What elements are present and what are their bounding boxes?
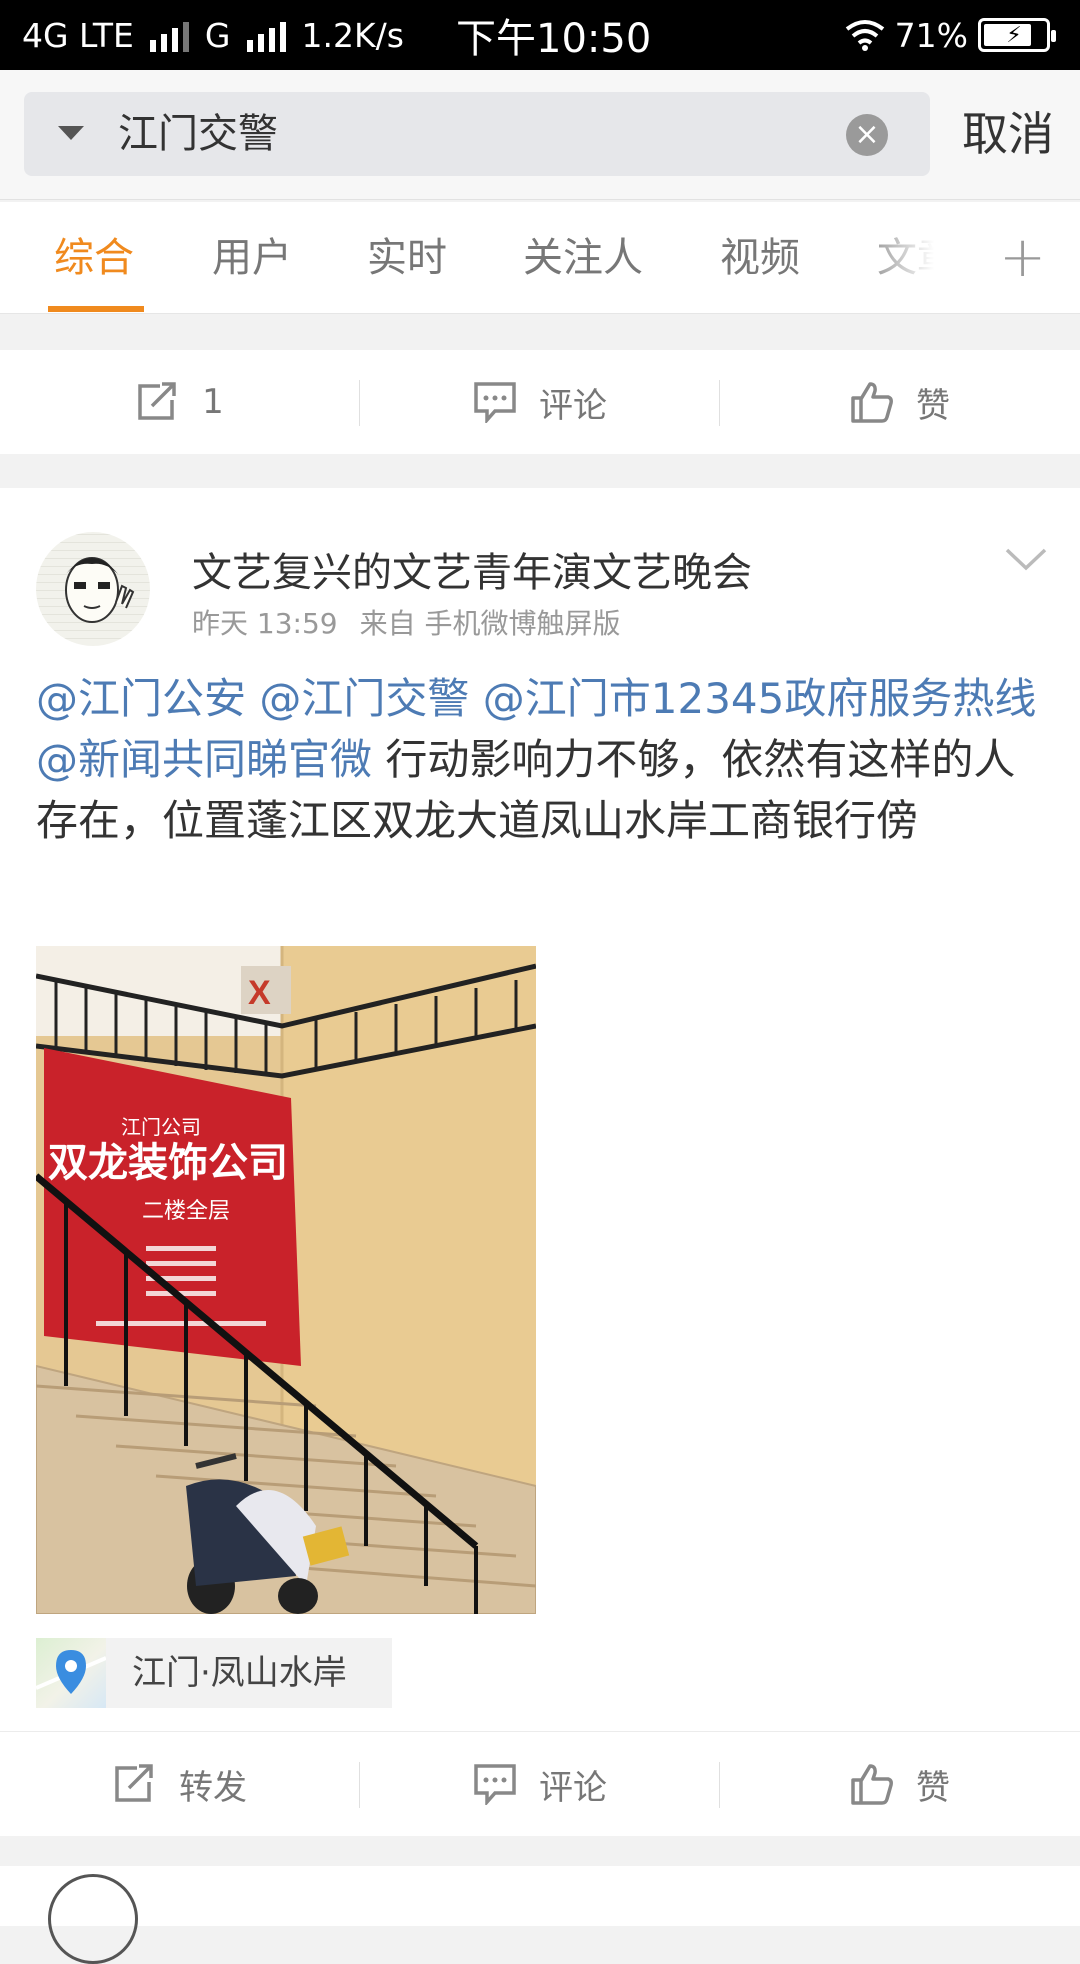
active-tab-indicator bbox=[48, 306, 144, 312]
tab-users[interactable]: 用户 bbox=[212, 202, 292, 314]
sign-branch: 江门公司 bbox=[121, 1116, 201, 1139]
search-input[interactable]: 江门交警 × bbox=[24, 92, 930, 176]
mention-link[interactable]: @江门市12345政府服务热线 bbox=[483, 674, 1037, 723]
tab-video[interactable]: 视频 bbox=[720, 202, 800, 314]
tab-fade bbox=[850, 202, 970, 312]
comment-button[interactable]: 评论 bbox=[360, 350, 720, 454]
clear-icon[interactable]: × bbox=[846, 114, 888, 156]
repost-icon bbox=[115, 1764, 153, 1802]
network-type-2: G bbox=[204, 15, 231, 55]
dropdown-icon[interactable] bbox=[58, 126, 84, 140]
sign-floor: 二楼全层 bbox=[142, 1198, 230, 1223]
post-author[interactable]: 文艺复兴的文艺青年演文艺晚会 bbox=[192, 540, 752, 598]
thumbs-up-icon bbox=[851, 382, 893, 423]
add-tab-button[interactable]: + bbox=[999, 202, 1046, 314]
battery-icon: ⚡ bbox=[978, 18, 1056, 52]
mention-link[interactable]: @江门公安 bbox=[36, 674, 246, 723]
tab-comprehensive[interactable]: 综合 bbox=[54, 202, 134, 314]
signal-icon bbox=[149, 18, 189, 52]
post-card: 文艺复兴的文艺青年演文艺晚会 昨天 13:59 来自 手机微博触屏版 @江门公安 … bbox=[0, 488, 1080, 1836]
mention-link[interactable]: @新闻共同睇官微 bbox=[36, 735, 372, 784]
search-bar: 江门交警 × 取消 bbox=[0, 70, 1080, 200]
post-actions: 转发 评论 赞 bbox=[0, 1732, 1080, 1836]
post-photo[interactable]: X 江门公司 双龙装饰公司 二楼全层 bbox=[36, 946, 536, 1614]
comment-icon bbox=[474, 382, 516, 423]
previous-post-actions: 1 评论 赞 bbox=[0, 350, 1080, 454]
like-label: 赞 bbox=[916, 1767, 950, 1808]
tab-realtime[interactable]: 实时 bbox=[367, 202, 447, 314]
post-time: 昨天 13:59 bbox=[192, 607, 338, 640]
comment-label: 评论 bbox=[539, 385, 607, 426]
next-post-card bbox=[0, 1866, 1080, 1964]
post-source: 来自 手机微博触屏版 bbox=[359, 607, 621, 640]
search-query[interactable]: 江门交警 bbox=[118, 92, 278, 176]
signal-icon-2 bbox=[246, 18, 286, 52]
comment-icon bbox=[474, 1764, 516, 1805]
clock: 下午10:50 bbox=[456, 16, 652, 62]
avatar[interactable] bbox=[48, 1874, 138, 1964]
sign-company: 双龙装饰公司 bbox=[48, 1141, 288, 1185]
chevron-down-icon[interactable] bbox=[1004, 546, 1048, 574]
filter-tabs: 综合 用户 实时 关注人 视频 文章 + bbox=[0, 202, 1080, 314]
comment-button[interactable]: 评论 bbox=[360, 1732, 720, 1836]
network-speed: 1.2K/s bbox=[301, 15, 404, 55]
wifi-icon bbox=[845, 20, 884, 51]
repost-label: 转发 bbox=[179, 1767, 247, 1808]
location-label[interactable]: 江门·凤山水岸 bbox=[132, 1638, 347, 1708]
tab-following[interactable]: 关注人 bbox=[523, 202, 643, 314]
map-thumbnail bbox=[35, 1638, 107, 1708]
mention-link[interactable]: @江门交警 bbox=[259, 674, 469, 723]
post-meta: 昨天 13:59 来自 手机微博触屏版 bbox=[192, 602, 621, 642]
post-text: @江门公安 @江门交警 @江门市12345政府服务热线 @新闻共同睇官微 行动影… bbox=[36, 668, 1046, 851]
like-button[interactable]: 赞 bbox=[720, 1732, 1080, 1836]
thumbs-up-icon bbox=[851, 1764, 893, 1805]
like-button[interactable]: 赞 bbox=[720, 350, 1080, 454]
avatar[interactable] bbox=[36, 532, 150, 646]
repost-count: 1 bbox=[202, 382, 224, 422]
repost-icon bbox=[138, 382, 176, 420]
cancel-button[interactable]: 取消 bbox=[962, 92, 1054, 176]
status-bar: 4G LTE G 1.2K/s 下午10:50 71% ⚡ bbox=[0, 0, 1080, 70]
like-label: 赞 bbox=[916, 385, 950, 426]
location-tag[interactable]: 江门·凤山水岸 bbox=[35, 1638, 392, 1708]
repost-button[interactable]: 1 bbox=[0, 350, 360, 454]
comment-label: 评论 bbox=[539, 1767, 607, 1808]
svg-text:X: X bbox=[248, 974, 271, 1012]
repost-button[interactable]: 转发 bbox=[0, 1732, 360, 1836]
battery-percent: 71% bbox=[894, 15, 968, 55]
network-type: 4G LTE bbox=[22, 15, 134, 55]
